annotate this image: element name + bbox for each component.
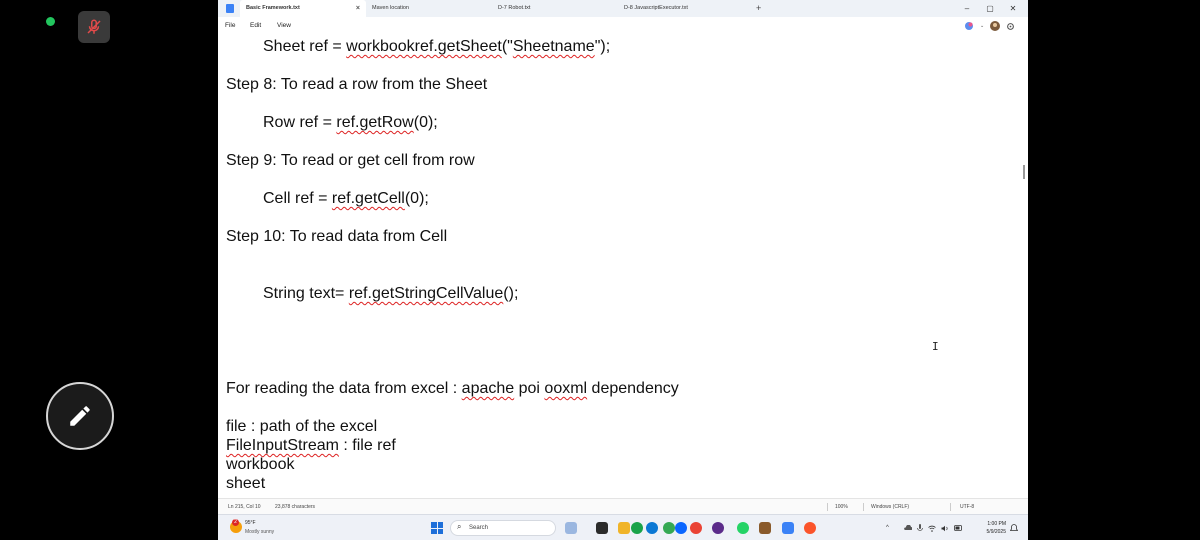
close-window-button[interactable]: ✕ — [1002, 0, 1024, 17]
whatsapp-icon[interactable] — [737, 522, 749, 534]
clock[interactable]: 1:00 PM 5/9/2025 — [978, 520, 1006, 536]
brave-icon[interactable] — [804, 522, 816, 534]
tray-chevron-icon[interactable]: ^ — [886, 515, 889, 540]
step-8-heading: Step 8: To read a row from the Sheet — [226, 76, 488, 93]
tab-label: D-8 JavascriptExecutor.txt — [624, 5, 688, 11]
copilot-icon[interactable] — [964, 21, 974, 31]
chat-icon[interactable] — [675, 522, 687, 534]
mute-button[interactable] — [78, 11, 110, 43]
onedrive-icon[interactable] — [904, 525, 912, 531]
widgets-icon[interactable] — [565, 522, 577, 534]
tab-label: D-7 Robot.txt — [498, 5, 531, 11]
system-tray[interactable] — [904, 515, 963, 540]
close-icon[interactable]: × — [356, 0, 360, 17]
step-10-heading: Step 10: To read data from Cell — [226, 228, 448, 245]
pencil-icon — [70, 406, 90, 426]
minimize-button[interactable]: – — [956, 0, 978, 17]
chevron-down-icon[interactable]: ⌄ — [980, 23, 984, 29]
volume-icon[interactable] — [941, 525, 949, 532]
notepad-taskbar-icon[interactable] — [782, 522, 794, 534]
search-icon: ⌕ — [457, 522, 462, 531]
tab-label: Maven location — [372, 5, 409, 11]
tab-basic-framework[interactable]: Basic Framework.txt × — [240, 0, 366, 17]
zoom-level[interactable]: 100% — [835, 499, 848, 515]
encoding[interactable]: UTF-8 — [960, 499, 974, 515]
text-editor[interactable]: Sheet ref = workbookref.getSheet("Sheetn… — [218, 35, 1028, 498]
code-line-get-row: Row ref = ref.getRow(0); — [263, 114, 438, 131]
gear-icon[interactable] — [1006, 22, 1015, 31]
file-explorer-icon[interactable] — [596, 522, 608, 534]
workbook-line: workbook — [226, 456, 295, 473]
weather-temperature[interactable]: 95°F — [245, 520, 256, 526]
battery-icon[interactable] — [954, 525, 963, 531]
menu-right-tools: ⌄ — [964, 21, 1015, 31]
chrome-icon[interactable] — [663, 522, 675, 534]
divider — [863, 503, 864, 511]
taskbar-search[interactable]: ⌕ Search — [450, 520, 556, 536]
menu-file[interactable]: File — [225, 17, 235, 35]
maximize-button[interactable]: ▢ — [979, 0, 1001, 17]
step-9-heading: Step 9: To read or get cell from row — [226, 152, 475, 169]
cursor-position: Ln 215, Col 10 — [228, 504, 261, 510]
annotate-button[interactable] — [46, 382, 114, 450]
code-line-get-string: String text= ref.getStringCellValue(); — [263, 285, 519, 302]
text-cursor-icon: I — [932, 340, 939, 353]
reading-note: For reading the data from excel : apache… — [226, 380, 679, 397]
menu-bar: File Edit View ⌄ — [218, 17, 1028, 35]
tab-d7-robot[interactable]: D-7 Robot.txt — [492, 0, 618, 17]
code-line-get-cell: Cell ref = ref.getCell(0); — [263, 190, 429, 207]
app-icon[interactable] — [712, 522, 724, 534]
new-tab-button[interactable]: + — [756, 0, 761, 17]
status-online-dot — [46, 17, 55, 26]
file-input-stream-line: FileInputStream : file ref — [226, 437, 396, 454]
chrome-profile-icon[interactable] — [690, 522, 702, 534]
tab-d8-javascript-executor[interactable]: D-8 JavascriptExecutor.txt — [618, 0, 748, 17]
notepad-window: Basic Framework.txt × Maven location D-7… — [218, 0, 1028, 540]
tab-bar: Basic Framework.txt × Maven location D-7… — [218, 0, 1028, 17]
app-icon[interactable] — [759, 522, 771, 534]
tab-maven-location[interactable]: Maven location — [366, 0, 492, 17]
menu-edit[interactable]: Edit — [250, 17, 261, 35]
line-ending[interactable]: Windows (CRLF) — [871, 499, 909, 515]
code-line-get-sheet: Sheet ref = workbookref.getSheet("Sheetn… — [263, 38, 611, 55]
mic-icon[interactable] — [917, 524, 923, 532]
clock-time: 1:00 PM — [987, 521, 1006, 527]
sheet-line: sheet — [226, 475, 266, 492]
search-label: Search — [469, 525, 489, 531]
avatar[interactable] — [990, 21, 1001, 31]
weather-condition[interactable]: Mostly sunny — [245, 529, 274, 535]
divider — [950, 503, 951, 511]
menu-view[interactable]: View — [277, 17, 291, 35]
zoom-app-icon[interactable] — [631, 522, 643, 534]
start-button[interactable] — [431, 522, 443, 534]
scrollbar-thumb[interactable] — [1023, 165, 1025, 179]
notification-bell-icon[interactable] — [1010, 524, 1018, 532]
wifi-icon[interactable] — [928, 525, 936, 532]
weather-badge: 2 — [232, 519, 239, 526]
file-line: file : path of the excel — [226, 418, 378, 435]
character-count: 23,878 characters — [275, 504, 316, 510]
edge-icon[interactable] — [646, 522, 658, 534]
taskbar: 2 95°F Mostly sunny ⌕ Search ^ 1:00 PM 5… — [218, 514, 1028, 540]
status-bar: Ln 215, Col 10 23,878 characters 100% Wi… — [218, 498, 1028, 514]
folder-icon[interactable] — [618, 522, 630, 534]
mic-muted-icon — [87, 19, 101, 34]
tab-label: Basic Framework.txt — [246, 5, 300, 11]
divider — [827, 503, 828, 511]
clock-date: 5/9/2025 — [986, 529, 1006, 535]
notepad-app-icon — [226, 4, 234, 13]
